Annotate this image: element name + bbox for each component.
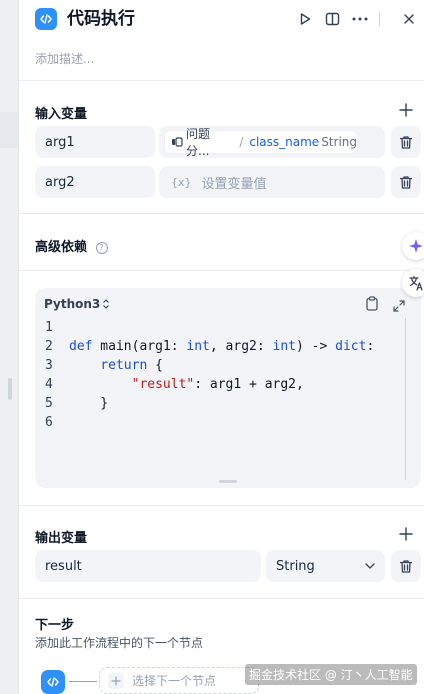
value-placeholder: 设置变量值: [201, 176, 267, 192]
select-next-node-button[interactable]: 选择下一个节点: [99, 667, 259, 694]
var-name-text: arg1: [45, 134, 75, 150]
code-token: return: [100, 358, 148, 373]
code-token: {: [147, 358, 163, 373]
code-token: }: [69, 396, 109, 411]
code-content: def main(arg1: int, arg2: int) -> dict:: [69, 337, 374, 356]
code-token: int: [186, 339, 210, 354]
divider: [19, 270, 424, 271]
code-content: }: [69, 394, 108, 413]
line-number: 5: [45, 396, 53, 411]
expand-icon[interactable]: [393, 297, 407, 312]
line-number: 2: [45, 339, 53, 354]
code-line[interactable]: 3 return {: [35, 356, 421, 375]
description-input[interactable]: 添加描述...: [35, 50, 94, 67]
divider: [19, 598, 424, 599]
code-token: "result": [131, 377, 195, 392]
next-step-description: 添加此工作流程中的下一个节点: [35, 636, 204, 650]
delete-arg2-button[interactable]: [391, 166, 421, 198]
editor-scrollbar[interactable]: [405, 318, 406, 480]
code-content: return {: [69, 356, 163, 375]
node-config-panel: 代码执行 添加描述... 输入变量 arg1 问题分... / class_na…: [18, 0, 424, 694]
code-token: dict: [335, 339, 367, 354]
advanced-deps-title: 高级依赖 ?: [35, 236, 108, 255]
divider: [19, 213, 424, 214]
delete-output-button[interactable]: [391, 550, 421, 582]
add-input-var-icon[interactable]: [398, 102, 414, 118]
canvas-strip: [0, 112, 18, 148]
run-icon[interactable]: [295, 9, 315, 29]
sort-chevron-icon: [103, 299, 110, 309]
panel-header: 代码执行: [19, 0, 424, 40]
trash-icon: [399, 175, 413, 189]
code-token: : arg1 + arg2,: [194, 377, 304, 392]
variable-type-label: String: [321, 135, 357, 149]
close-icon[interactable]: [399, 9, 419, 29]
line-number: 3: [45, 358, 53, 373]
output-type-value: String: [276, 558, 315, 574]
code-line[interactable]: 5 }: [35, 394, 421, 413]
source-node-label: 问题分...: [186, 127, 211, 158]
advanced-deps-label: 高级依赖: [35, 240, 88, 255]
select-next-node-label: 选择下一个节点: [132, 674, 217, 688]
variable-reference-chip[interactable]: 问题分... / class_name String: [165, 127, 357, 158]
output-var-name-text: result: [45, 558, 82, 574]
code-node-icon: [35, 8, 57, 30]
node-ref-icon: [171, 136, 183, 148]
language-label: Python3: [44, 297, 101, 311]
code-token: :: [366, 339, 375, 354]
help-icon[interactable]: ?: [95, 241, 108, 254]
header-divider: [379, 12, 380, 26]
copy-icon[interactable]: [366, 296, 380, 312]
add-node-icon: [108, 672, 124, 689]
add-output-var-icon[interactable]: [398, 526, 414, 542]
code-line[interactable]: 2 def main(arg1: int, arg2: int) -> dict:: [35, 337, 421, 356]
more-icon[interactable]: [350, 9, 370, 29]
code-line[interactable]: 1: [35, 318, 421, 337]
canvas-edge: [0, 0, 18, 694]
variable-insert-icon: {x}: [171, 175, 192, 189]
code-token: def: [69, 339, 93, 354]
divider: [19, 80, 424, 81]
line-number: 4: [45, 377, 53, 392]
var-name-text: arg2: [45, 174, 75, 190]
divider: [19, 505, 424, 506]
split-view-icon[interactable]: [322, 9, 342, 29]
input-var-name-arg1[interactable]: arg1: [35, 126, 155, 158]
code-token: ) ->: [296, 339, 336, 354]
input-vars-title: 输入变量: [35, 107, 88, 122]
language-selector[interactable]: Python3: [44, 297, 110, 311]
input-var-value-arg2[interactable]: {x} 设置变量值: [159, 166, 385, 198]
path-separator: /: [239, 135, 244, 149]
watermark: 掘金技术社区 @ 汀丶人工智能: [245, 664, 417, 685]
chevron-down-icon: [365, 563, 375, 569]
output-vars-title: 输出变量: [35, 531, 88, 546]
code-content: "result": arg1 + arg2,: [69, 375, 304, 394]
line-number: 1: [45, 320, 53, 335]
output-type-select[interactable]: String: [266, 550, 385, 582]
code-line[interactable]: 6: [35, 413, 421, 432]
ai-assist-icon[interactable]: [402, 232, 424, 260]
translate-icon[interactable]: [402, 269, 424, 297]
editor-resize-handle[interactable]: [219, 480, 237, 483]
trash-icon: [399, 135, 413, 149]
code-token: main(arg1:: [92, 339, 187, 354]
code-token: , arg2:: [209, 339, 273, 354]
input-var-name-arg2[interactable]: arg2: [35, 166, 155, 198]
panel-resize-handle[interactable]: [8, 378, 12, 400]
delete-arg1-button[interactable]: [391, 126, 421, 158]
current-node-icon: [41, 670, 65, 694]
variable-name-label: class_name: [249, 135, 320, 149]
code-token: int: [272, 339, 296, 354]
code-line[interactable]: 4 "result": arg1 + arg2,: [35, 375, 421, 394]
output-var-name[interactable]: result: [35, 550, 261, 582]
next-step-title: 下一步: [35, 618, 75, 633]
panel-title[interactable]: 代码执行: [67, 8, 135, 30]
line-number: 6: [45, 415, 53, 430]
trash-icon: [399, 559, 413, 573]
code-area[interactable]: 1 2 def main(arg1: int, arg2: int) -> dict…: [35, 318, 421, 432]
connector-line: [69, 681, 97, 682]
code-editor[interactable]: Python3 1 2 def main(arg1: int, arg2: int)…: [35, 288, 421, 488]
